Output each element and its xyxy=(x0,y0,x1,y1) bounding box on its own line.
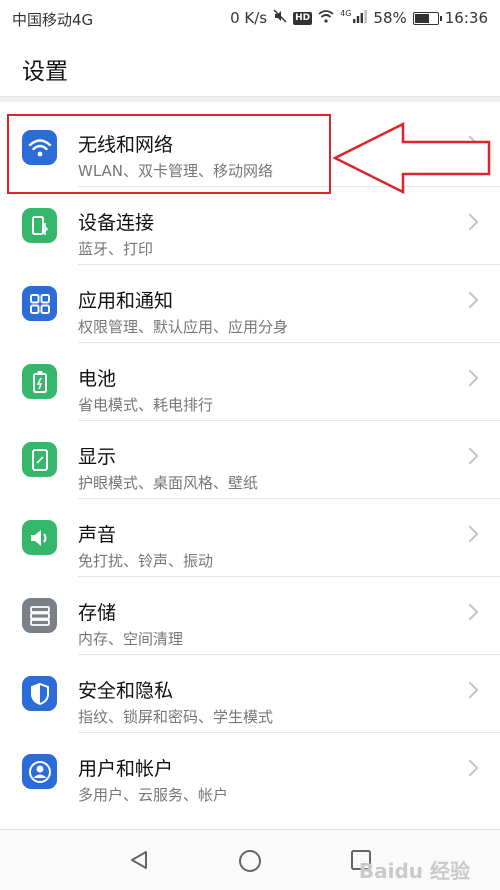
item-subtitle: 多用户、云服务、帐户 xyxy=(78,786,229,804)
signal-icon xyxy=(353,9,368,27)
item-subtitle: 指纹、锁屏和密码、学生模式 xyxy=(78,708,274,726)
battery-fill xyxy=(414,13,429,23)
chevron-right-icon xyxy=(461,603,479,621)
clock: 16:36 xyxy=(444,9,488,27)
header-divider xyxy=(0,96,500,102)
item-subtitle: 省电模式、耗电排行 xyxy=(78,396,214,414)
settings-item-storage[interactable]: 存储 内存、空间清理 xyxy=(0,577,500,655)
item-subtitle: 免打扰、铃声、振动 xyxy=(78,552,214,570)
settings-item-users[interactable]: 用户和帐户 多用户、云服务、帐户 xyxy=(0,733,500,811)
annotation-arrow-icon xyxy=(333,122,491,194)
chevron-right-icon xyxy=(461,369,479,387)
item-subtitle: 护眼模式、桌面风格、壁纸 xyxy=(78,474,259,492)
settings-item-sound[interactable]: 声音 免打扰、铃声、振动 xyxy=(0,499,500,577)
chevron-right-icon xyxy=(461,681,479,699)
item-title: 应用和通知 xyxy=(78,290,174,312)
chevron-right-icon xyxy=(461,213,479,231)
settings-item-display[interactable]: 显示 护眼模式、桌面风格、壁纸 xyxy=(0,421,500,499)
chevron-right-icon xyxy=(461,525,479,543)
home-icon[interactable] xyxy=(238,849,262,873)
settings-item-security[interactable]: 安全和隐私 指纹、锁屏和密码、学生模式 xyxy=(0,655,500,733)
chevron-right-icon xyxy=(461,447,479,465)
storage-icon xyxy=(22,598,57,633)
item-title: 声音 xyxy=(78,524,117,546)
item-subtitle: 内存、空间清理 xyxy=(78,630,184,648)
apps-grid-icon xyxy=(22,286,57,321)
item-title: 安全和隐私 xyxy=(78,680,174,702)
chevron-right-icon xyxy=(461,759,479,777)
item-title: 电池 xyxy=(78,368,117,390)
item-title: 设备连接 xyxy=(78,212,155,234)
device-connect-icon xyxy=(22,208,57,243)
navigation-bar: Baidu 经验 xyxy=(0,829,500,890)
battery-status-icon xyxy=(412,11,442,25)
status-bar: 中国移动4G 0 K/s HD 4G 58% 16:36 xyxy=(0,0,500,36)
net-speed: 0 K/s xyxy=(230,9,268,27)
item-subtitle: 权限管理、默认应用、应用分身 xyxy=(78,318,289,336)
settings-item-battery[interactable]: 电池 省电模式、耗电排行 xyxy=(0,343,500,421)
network-type-small: 4G xyxy=(340,8,352,18)
status-right: 0 K/s HD 4G 58% 16:36 xyxy=(230,8,488,28)
battery-percent: 58% xyxy=(373,9,407,27)
display-icon xyxy=(22,442,57,477)
hd-badge: HD xyxy=(293,11,313,25)
settings-item-device-connection[interactable]: 设备连接 蓝牙、打印 xyxy=(0,187,500,265)
carrier-label: 中国移动4G xyxy=(12,11,94,29)
mute-icon xyxy=(273,9,287,27)
page-title: 设置 xyxy=(22,59,68,85)
settings-item-apps[interactable]: 应用和通知 权限管理、默认应用、应用分身 xyxy=(0,265,500,343)
battery-icon xyxy=(22,364,57,399)
item-title: 存储 xyxy=(78,602,117,624)
back-icon[interactable] xyxy=(128,849,150,871)
wifi-status-icon xyxy=(318,9,334,27)
settings-list: 无线和网络 WLAN、双卡管理、移动网络 设备连接 蓝牙、打印 应用和通知 权限… xyxy=(0,109,500,811)
item-title: 用户和帐户 xyxy=(78,758,174,780)
speaker-icon xyxy=(22,520,57,555)
item-title: 显示 xyxy=(78,446,117,468)
item-subtitle: 蓝牙、打印 xyxy=(78,240,154,258)
user-icon xyxy=(22,754,57,789)
highlight-box xyxy=(7,114,331,194)
watermark: Baidu 经验 xyxy=(358,859,470,883)
shield-icon xyxy=(22,676,57,711)
chevron-right-icon xyxy=(461,291,479,309)
